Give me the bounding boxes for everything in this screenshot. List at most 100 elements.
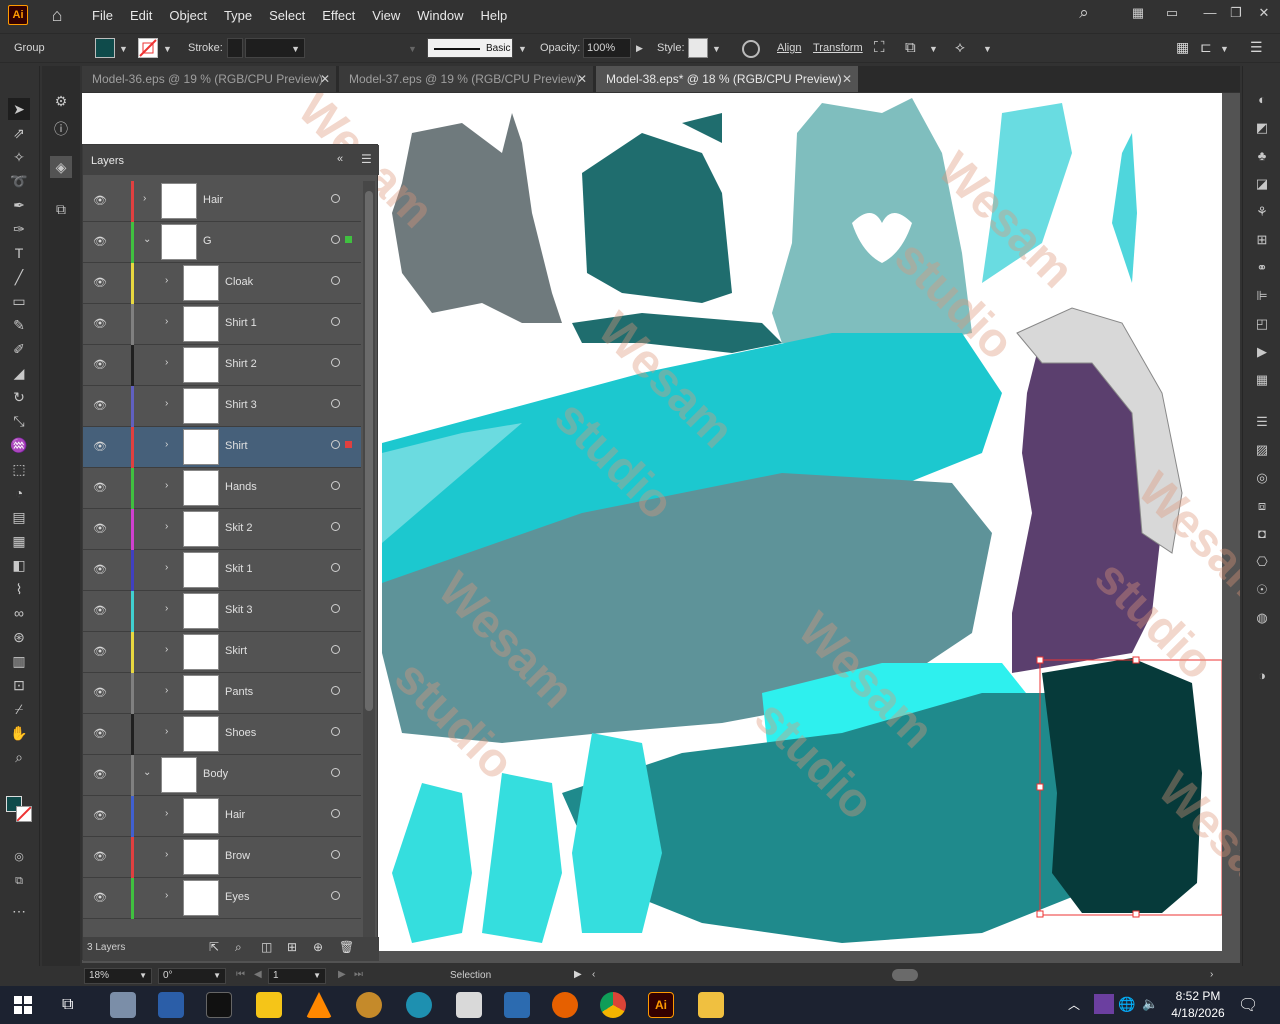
- expand-chevron-icon[interactable]: ›: [165, 562, 168, 573]
- first-artboard-icon[interactable]: ⏮: [236, 969, 245, 980]
- warp-tool-icon[interactable]: ♒: [8, 434, 30, 456]
- selection-handle[interactable]: [1132, 910, 1140, 918]
- gradient-tool-icon[interactable]: ◧: [8, 554, 30, 576]
- visibility-eye-icon[interactable]: 👁: [93, 604, 107, 618]
- pants-mid-shape[interactable]: [482, 773, 562, 943]
- shaper-tool-icon[interactable]: ✐: [8, 338, 30, 360]
- tab-model-38[interactable]: Model-38.eps* @ 18 % (RGB/CPU Preview) ✕: [596, 66, 858, 92]
- transform-icon[interactable]: ⊞: [1252, 230, 1272, 250]
- minimize-icon[interactable]: —: [1198, 2, 1222, 26]
- cloak-shape[interactable]: [982, 103, 1072, 283]
- rotation-field[interactable]: 0° ▼: [158, 968, 226, 984]
- expand-chevron-icon[interactable]: ›: [165, 357, 168, 368]
- symbols-icon[interactable]: ⚘: [1252, 202, 1272, 222]
- visibility-eye-icon[interactable]: 👁: [93, 399, 107, 413]
- hand-tool-icon[interactable]: ✋: [8, 722, 30, 744]
- collar-shape[interactable]: [682, 113, 722, 143]
- vlc-icon[interactable]: [306, 992, 332, 1018]
- layer-name[interactable]: Shirt 2: [225, 358, 257, 370]
- direct-selection-tool-icon[interactable]: ⇗: [8, 122, 30, 144]
- image-trace-icon[interactable]: ⎔: [1252, 552, 1272, 572]
- close-tab-icon[interactable]: ✕: [320, 66, 330, 92]
- opacity-field[interactable]: 100%: [583, 38, 631, 58]
- artboards-panel-icon[interactable]: ⧉: [50, 198, 72, 220]
- expand-chevron-icon[interactable]: ›: [143, 193, 146, 204]
- visibility-eye-icon[interactable]: 👁: [93, 645, 107, 659]
- collapse-chevron-icon[interactable]: ⌄: [143, 767, 151, 778]
- graphic-style-swatch[interactable]: [688, 38, 708, 58]
- selection-handle[interactable]: [1036, 910, 1044, 918]
- layer-name[interactable]: Shirt: [225, 440, 248, 452]
- expand-chevron-icon[interactable]: ›: [165, 726, 168, 737]
- stroke-panel-icon[interactable]: ☰: [1252, 412, 1272, 432]
- recolor-artwork-icon[interactable]: [742, 40, 760, 58]
- workspace-icon[interactable]: ▭: [1160, 2, 1184, 26]
- network-globe-icon[interactable]: 🌐: [1118, 996, 1135, 1013]
- perspective-grid-icon[interactable]: ▤: [8, 506, 30, 528]
- close-icon[interactable]: ✕: [1252, 2, 1276, 26]
- pattern-band-shape[interactable]: [572, 313, 782, 353]
- player-app-icon[interactable]: [256, 992, 282, 1018]
- align-link[interactable]: Align: [777, 42, 801, 54]
- firefox-icon[interactable]: [552, 992, 578, 1018]
- chevron-down-icon[interactable]: ▼: [518, 44, 527, 54]
- layer-row[interactable]: 👁 › Cloak: [83, 263, 361, 304]
- properties-panel-icon[interactable]: ⚙: [50, 90, 72, 112]
- menu-window[interactable]: Window: [417, 8, 463, 23]
- chevron-up-icon[interactable]: ︿: [1068, 996, 1080, 1013]
- status-menu-icon[interactable]: ▶: [574, 969, 582, 980]
- layer-row[interactable]: 👁 › Hair: [83, 796, 361, 837]
- layer-name[interactable]: Shoes: [225, 727, 256, 739]
- layer-name[interactable]: Cloak: [225, 276, 253, 288]
- illustrator-taskbar-icon[interactable]: Ai: [648, 992, 674, 1018]
- menu-effect[interactable]: Effect: [322, 8, 355, 23]
- visibility-eye-icon[interactable]: 👁: [93, 563, 107, 577]
- home-icon[interactable]: ⌂: [46, 4, 68, 26]
- target-circle-icon[interactable]: [331, 809, 340, 818]
- layer-row[interactable]: 👁 › Shirt 1: [83, 304, 361, 345]
- task-view-icon[interactable]: ⧉: [62, 996, 73, 1014]
- align-to-icon[interactable]: ⊏: [1200, 39, 1212, 56]
- visibility-eye-icon[interactable]: 👁: [93, 727, 107, 741]
- chevron-down-icon[interactable]: ▼: [163, 44, 172, 54]
- expand-chevron-icon[interactable]: ›: [165, 275, 168, 286]
- chevron-down-icon[interactable]: ▼: [929, 44, 938, 54]
- shirt-1-shape[interactable]: [392, 113, 562, 323]
- layer-name[interactable]: G: [203, 235, 212, 247]
- slice-tool-icon[interactable]: ⌿: [8, 698, 30, 720]
- collapse-panel-icon[interactable]: «: [337, 153, 343, 165]
- cloak-strip-shape[interactable]: [1112, 133, 1137, 283]
- align-icon[interactable]: ⊫: [1252, 286, 1272, 306]
- puppet-warp-icon[interactable]: ⟡: [955, 39, 965, 56]
- color-guide-icon[interactable]: ◩: [1252, 118, 1272, 138]
- visibility-eye-icon[interactable]: 👁: [93, 276, 107, 290]
- close-tab-icon[interactable]: ✕: [842, 66, 852, 92]
- next-artboard-icon[interactable]: ▶: [338, 969, 346, 980]
- visibility-eye-icon[interactable]: 👁: [93, 481, 107, 495]
- stroke-swatch[interactable]: [138, 38, 158, 58]
- zoom-field[interactable]: 18% ▼: [84, 968, 152, 984]
- shape-builder-icon[interactable]: ◔: [8, 482, 30, 504]
- selection-handle[interactable]: [1036, 656, 1044, 664]
- studio-app-icon[interactable]: [206, 992, 232, 1018]
- app-icon[interactable]: [406, 992, 432, 1018]
- chevron-down-icon[interactable]: ▼: [712, 44, 721, 54]
- expand-chevron-icon[interactable]: ›: [165, 644, 168, 655]
- eyedropper-icon[interactable]: ⌇: [8, 578, 30, 600]
- layer-name[interactable]: Body: [203, 768, 228, 780]
- info-panel-icon[interactable]: ⓘ: [50, 118, 72, 140]
- layer-name[interactable]: Pants: [225, 686, 253, 698]
- search-icon[interactable]: ⌕: [1072, 2, 1096, 26]
- layer-name[interactable]: Eyes: [225, 891, 249, 903]
- target-circle-icon[interactable]: [331, 276, 340, 285]
- layer-name[interactable]: Skit 3: [225, 604, 253, 616]
- menu-help[interactable]: Help: [480, 8, 507, 23]
- graphic-styles-icon[interactable]: ◘: [1252, 524, 1272, 544]
- target-circle-icon[interactable]: [331, 563, 340, 572]
- layer-row[interactable]: 👁 › Shirt 3: [83, 386, 361, 427]
- layer-name[interactable]: Hair: [203, 194, 223, 206]
- artboard-tool-icon[interactable]: ⊡: [8, 674, 30, 696]
- menu-file[interactable]: File: [92, 8, 113, 23]
- target-circle-icon[interactable]: [331, 727, 340, 736]
- chrome-icon[interactable]: [600, 992, 626, 1018]
